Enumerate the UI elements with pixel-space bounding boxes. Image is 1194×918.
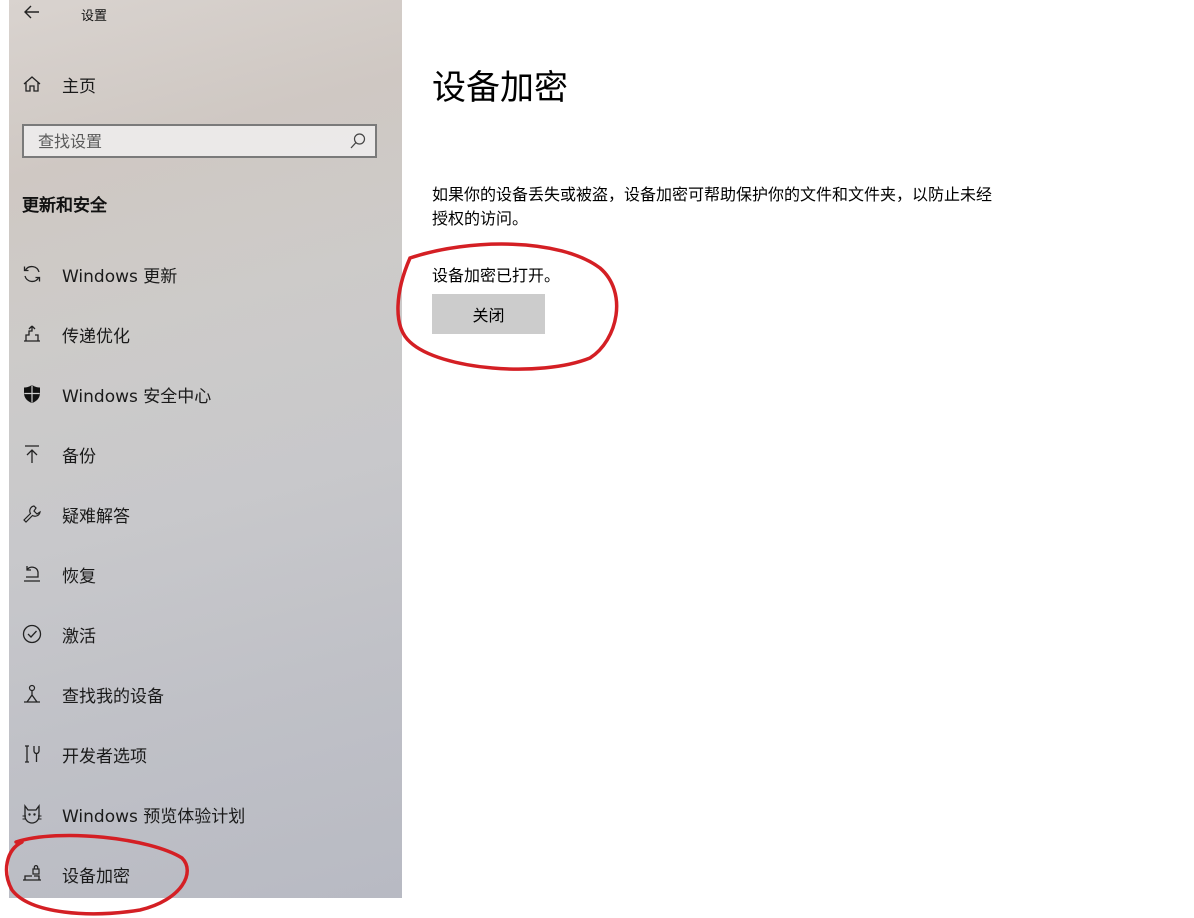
sidebar-item-developer-options[interactable]: 开发者选项	[9, 730, 402, 778]
sync-icon	[21, 263, 43, 285]
sidebar-item-label: 设备加密	[62, 866, 130, 887]
sidebar-item-find-my-device[interactable]: 查找我的设备	[9, 670, 402, 718]
section-title: 更新和安全	[22, 196, 107, 216]
sidebar-item-label: 传递优化	[62, 326, 130, 347]
search-box[interactable]	[22, 124, 377, 158]
check-circle-icon	[21, 623, 43, 645]
search-icon[interactable]	[349, 132, 367, 150]
encryption-status-text: 设备加密已打开。	[432, 266, 561, 285]
shield-icon	[21, 383, 43, 405]
sidebar-item-windows-insider[interactable]: Windows 预览体验计划	[9, 790, 402, 838]
sidebar-item-windows-security[interactable]: Windows 安全中心	[9, 370, 402, 418]
sidebar-item-recovery[interactable]: 恢复	[9, 550, 402, 598]
insider-cat-icon	[21, 803, 43, 825]
sidebar-item-label: 开发者选项	[62, 746, 147, 767]
find-device-icon	[21, 683, 43, 705]
sidebar-item-activation[interactable]: 激活	[9, 610, 402, 658]
recovery-icon	[21, 563, 43, 585]
sidebar-item-backup[interactable]: 备份	[9, 430, 402, 478]
back-arrow-icon[interactable]	[21, 2, 43, 24]
wrench-icon	[21, 503, 43, 525]
window-edge	[0, 0, 9, 918]
device-encryption-icon	[21, 863, 43, 885]
turn-off-button[interactable]: 关闭	[432, 294, 545, 334]
main-content: 设备加密 如果你的设备丢失或被盗，设备加密可帮助保护你的文件和文件夹，以防止未经…	[402, 0, 1194, 918]
sidebar-item-label: 查找我的设备	[62, 686, 164, 707]
sidebar-item-label: 备份	[62, 446, 96, 467]
delivery-optimization-icon	[21, 323, 43, 345]
sidebar-item-windows-update[interactable]: Windows 更新	[9, 250, 402, 298]
sidebar-item-label: 恢复	[62, 566, 96, 587]
sidebar-item-label: Windows 预览体验计划	[62, 806, 246, 827]
sidebar-item-troubleshoot[interactable]: 疑难解答	[9, 490, 402, 538]
sidebar-item-label: 疑难解答	[62, 506, 130, 527]
developer-tools-icon	[21, 743, 43, 765]
sidebar-item-label: Windows 安全中心	[62, 386, 212, 407]
sidebar: 设置 主页 更新和安全 Windows 更新 传递优化 Windows 安全中心	[9, 0, 402, 898]
sidebar-item-label: Windows 更新	[62, 266, 178, 287]
window-title: 设置	[81, 9, 108, 24]
sidebar-item-home[interactable]: 主页	[9, 60, 402, 108]
sidebar-item-label: 激活	[62, 626, 96, 647]
sidebar-item-delivery-optimization[interactable]: 传递优化	[9, 310, 402, 358]
backup-arrow-icon	[21, 443, 43, 465]
title-bar: 设置	[9, 0, 402, 28]
sidebar-item-device-encryption[interactable]: 设备加密	[9, 850, 402, 898]
sidebar-item-label: 主页	[62, 76, 96, 97]
page-title: 设备加密	[432, 68, 568, 108]
home-icon	[21, 73, 43, 95]
search-input[interactable]	[38, 132, 338, 151]
description-text: 如果你的设备丢失或被盗，设备加密可帮助保护你的文件和文件夹，以防止未经授权的访问…	[432, 185, 993, 228]
